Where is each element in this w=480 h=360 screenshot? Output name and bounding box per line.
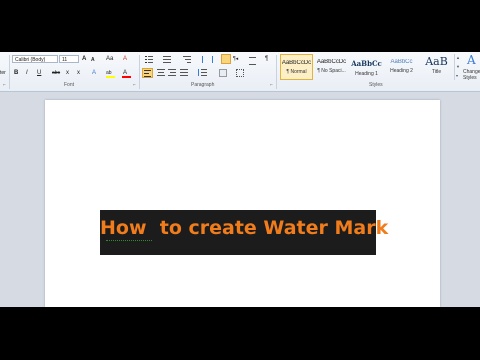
style-title[interactable]: AaB Title (420, 54, 453, 80)
video-letterbox-bottom (0, 307, 480, 360)
clear-formatting-icon[interactable]: A (123, 55, 127, 64)
font-launcher-icon[interactable]: ⌐ (133, 82, 136, 88)
font-color-swatch (122, 76, 131, 78)
shading-icon[interactable] (219, 69, 227, 77)
style-sample-text: AaBbCcDc (316, 59, 347, 65)
superscript-button[interactable]: x (77, 69, 80, 78)
multilevel-list-icon[interactable] (183, 56, 191, 63)
video-letterbox-top (0, 0, 480, 52)
bold-button[interactable]: B (14, 69, 18, 78)
highlight-swatch (106, 76, 115, 78)
justify-icon[interactable] (180, 69, 188, 77)
style-sample-text: AaBbCcDc (281, 60, 312, 66)
style-name-label: Title (431, 69, 442, 75)
sort-icon[interactable] (221, 54, 231, 64)
paragraph-group-label: Paragraph (191, 82, 215, 88)
change-case-button[interactable]: Aa (106, 55, 113, 64)
styles-group-label: Styles (369, 82, 383, 88)
style-heading-1[interactable]: AaBbCc Heading 1 (350, 54, 383, 80)
group-separator (9, 55, 10, 89)
style-normal[interactable]: AaBbCcDc ¶ Normal (280, 54, 313, 80)
border-lines-icon[interactable] (249, 57, 256, 65)
style-name-label: Heading 1 (355, 71, 378, 77)
change-styles-icon: A (467, 53, 476, 67)
clipboard-format-painter-label[interactable]: ter (0, 69, 6, 78)
paragraph-launcher-icon[interactable]: ⌐ (270, 82, 273, 88)
numbering-icon[interactable] (163, 56, 171, 63)
align-right-icon[interactable] (168, 69, 176, 77)
change-styles-label: Change Styles (463, 69, 480, 81)
style-name-label: ¶ No Spaci... (317, 68, 346, 74)
shrink-font-icon[interactable]: A (91, 56, 95, 65)
watermark-text[interactable]: How to create Water Mark (100, 210, 388, 255)
style-sample-text: AaBbCc (390, 59, 413, 65)
underline-button[interactable]: U (37, 69, 41, 78)
group-separator (139, 55, 140, 89)
document-page[interactable] (45, 100, 440, 307)
show-hide-pilcrow-button[interactable]: ¶ (265, 55, 268, 64)
bullets-icon[interactable] (145, 56, 153, 63)
style-name-label: Heading 2 (390, 68, 413, 74)
font-color-button[interactable]: A (122, 69, 132, 78)
font-name-combo[interactable]: Calibri (Body) (12, 55, 58, 63)
align-left-button[interactable] (142, 68, 153, 78)
text-effects-icon[interactable]: A (92, 69, 96, 78)
italic-button[interactable]: I (26, 69, 28, 78)
clipboard-launcher-icon[interactable]: ⌐ (3, 82, 6, 88)
grow-font-icon[interactable]: A (82, 55, 86, 64)
font-size-combo[interactable]: 11 (59, 55, 79, 63)
decrease-indent-icon[interactable] (202, 56, 210, 63)
grammar-underline (106, 238, 152, 241)
font-group-label: Font (64, 82, 75, 88)
highlight-color-button[interactable]: ab (106, 69, 116, 78)
style-no-spacing[interactable]: AaBbCcDc ¶ No Spaci... (315, 54, 348, 80)
styles-gallery-scroll[interactable]: ▲ ▼ ▾ (454, 54, 462, 80)
show-hide-alt-icon[interactable]: ¶◂ (233, 55, 238, 64)
change-styles-button[interactable]: A Change Styles (462, 52, 480, 82)
borders-icon[interactable] (236, 69, 244, 77)
line-spacing-icon[interactable] (198, 69, 207, 77)
style-sample-text: AaB (425, 55, 448, 68)
style-heading-2[interactable]: AaBbCc Heading 2 (385, 54, 418, 80)
align-center-icon[interactable] (157, 69, 165, 77)
subscript-button[interactable]: x (66, 69, 69, 78)
group-separator (276, 55, 277, 89)
style-name-label: ¶ Normal (286, 69, 307, 75)
strikethrough-button[interactable]: abc (52, 69, 60, 78)
increase-indent-icon[interactable] (212, 56, 220, 63)
style-sample-text: AaBbCc (351, 59, 382, 68)
